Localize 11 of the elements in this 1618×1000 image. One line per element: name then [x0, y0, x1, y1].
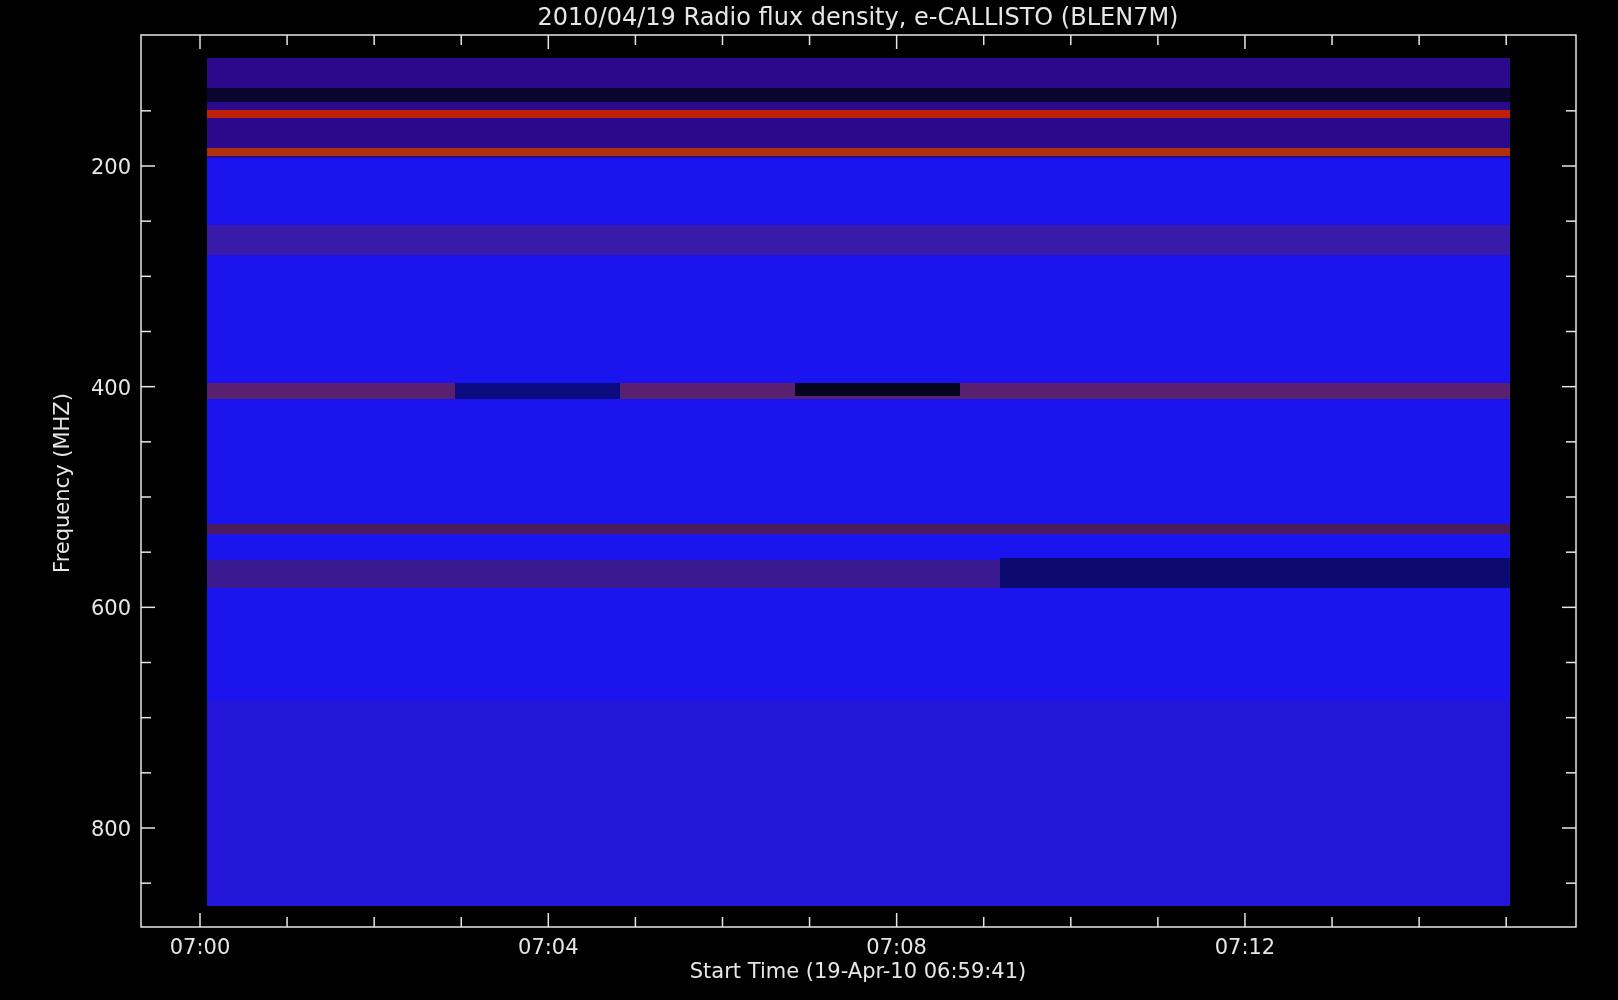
axis-tick-label: 07:04 — [518, 935, 579, 959]
chart-title: 2010/04/19 Radio flux density, e-CALLISTO (BLEN7M) — [537, 3, 1179, 31]
axis-tick-label: 07:08 — [866, 935, 927, 959]
axis-tick-label: 07:12 — [1214, 935, 1276, 959]
axis-tick-label: 400 — [90, 375, 131, 400]
axis-tick-label: 800 — [90, 817, 131, 841]
axis-label: Frequency (MHZ) — [50, 393, 74, 573]
axis-tick-label: 07:00 — [169, 935, 231, 959]
axis-label: Start Time (19-Apr-10 06:59:41) — [689, 959, 1027, 983]
axis-tick-label: 200 — [90, 155, 131, 179]
axis-tick-label: 600 — [90, 596, 131, 621]
